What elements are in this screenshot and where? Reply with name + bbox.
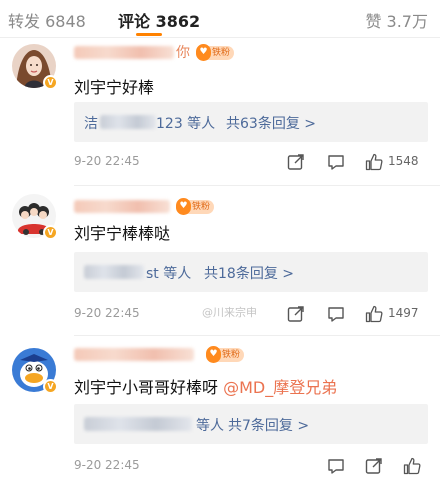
reply-count-link[interactable]: 共7条回复 > xyxy=(228,415,309,435)
comment-text: 刘宇宁好棒 xyxy=(74,78,155,97)
tab-like[interactable]: 赞 3.7万 xyxy=(365,8,428,32)
fan-heart-icon: ♥ xyxy=(206,346,221,363)
comment-time: 9-20 22:45 xyxy=(74,458,140,472)
watermark: @川来宗申 xyxy=(202,306,257,319)
tab-repost[interactable]: 转发 6848 xyxy=(8,8,86,32)
comment-icon[interactable] xyxy=(326,152,346,172)
fan-badge: ♥ 铁粉 xyxy=(206,346,245,363)
reply-summary[interactable]: st 等人 共18条回复 > xyxy=(74,252,428,292)
comment-item: V 你 ♥ 铁粉 刘宇宁好棒 洁 123 等人 共63条回复 > 9-20 22… xyxy=(0,38,440,186)
mention-link[interactable]: @MD_摩登兄弟 xyxy=(223,378,337,397)
username-redacted[interactable] xyxy=(74,348,194,361)
comment-text: 刘宇宁小哥哥好棒呀 @MD_摩登兄弟 xyxy=(74,374,337,398)
reply-users-redacted xyxy=(84,265,144,279)
comment-text: 刘宇宁棒棒哒 xyxy=(74,224,171,243)
comment-text-body: 刘宇宁小哥哥好棒呀 xyxy=(74,378,224,397)
username-redacted[interactable] xyxy=(74,200,170,213)
fan-heart-icon: ♥ xyxy=(176,198,191,215)
fan-heart-icon: ♥ xyxy=(196,44,211,61)
verified-badge-icon: V xyxy=(43,75,58,90)
comment-time: 9-20 22:45 xyxy=(74,154,140,168)
fan-badge-label: 铁粉 xyxy=(222,350,241,360)
username-tail[interactable]: 你 xyxy=(176,42,190,62)
like-count: 1497 xyxy=(388,306,419,320)
fan-badge: ♥ 铁粉 xyxy=(176,198,215,215)
reply-summary[interactable]: 洁 123 等人 共63条回复 > xyxy=(74,102,428,142)
comment-icon[interactable] xyxy=(326,456,346,476)
reply-users-redacted xyxy=(84,417,192,431)
share-icon[interactable] xyxy=(286,304,306,324)
fan-badge-label: 铁粉 xyxy=(192,202,211,212)
comment-actions: 9-20 22:45 @川来宗申 1497 xyxy=(74,304,428,324)
comment-tabs: 转发 6848 评论 3862 赞 3.7万 xyxy=(0,0,440,38)
username-redacted[interactable] xyxy=(74,46,174,59)
comment-time: 9-20 22:45 xyxy=(74,306,140,320)
comment-item: V ♥ 铁粉 刘宇宁小哥哥好棒呀 @MD_摩登兄弟 等人 共7条回复 > 9-2… xyxy=(0,336,440,478)
like-icon[interactable] xyxy=(364,304,384,324)
comment-icon[interactable] xyxy=(326,304,346,324)
reply-users-redacted xyxy=(100,115,156,129)
avatar[interactable]: V xyxy=(12,348,58,394)
verified-badge-icon: V xyxy=(43,379,58,394)
reply-users: st 等人 xyxy=(146,266,192,282)
share-icon[interactable] xyxy=(286,152,306,172)
reply-user-prefix: 洁 xyxy=(84,116,98,132)
reply-summary[interactable]: 等人 共7条回复 > xyxy=(74,404,428,444)
comment-actions: 9-20 22:45 xyxy=(74,456,428,476)
like-count: 1548 xyxy=(388,154,419,168)
avatar[interactable]: V xyxy=(12,194,58,240)
reply-users: 123 等人 xyxy=(156,116,216,132)
active-tab-indicator xyxy=(136,33,162,36)
fan-badge: ♥ 铁粉 xyxy=(196,44,235,61)
like-icon[interactable] xyxy=(364,152,384,172)
comment-item: V ♥ 铁粉 刘宇宁棒棒哒 st 等人 共18条回复 > 9-20 22:45 … xyxy=(0,186,440,336)
reply-count-link[interactable]: 共63条回复 > xyxy=(226,113,316,133)
like-icon[interactable] xyxy=(402,456,422,476)
reply-users: 等人 xyxy=(196,418,224,434)
verified-badge-icon: V xyxy=(43,225,58,240)
reply-count-link[interactable]: 共18条回复 > xyxy=(204,263,294,283)
comment-actions: 9-20 22:45 1548 xyxy=(74,152,428,172)
fan-badge-label: 铁粉 xyxy=(212,48,231,58)
avatar[interactable]: V xyxy=(12,44,58,90)
share-icon[interactable] xyxy=(364,456,384,476)
